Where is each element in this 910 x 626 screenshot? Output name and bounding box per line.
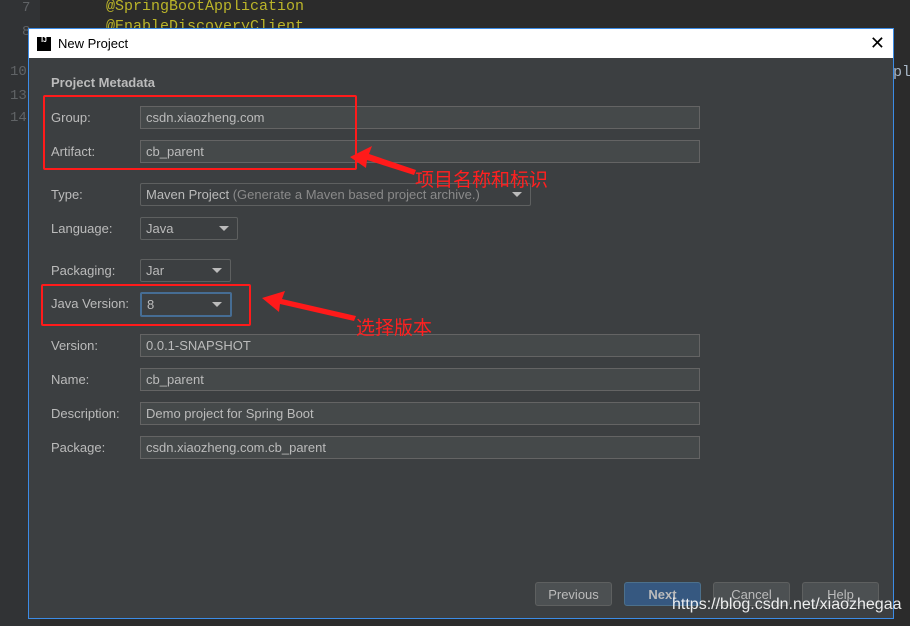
arrow-icon [262, 291, 356, 321]
annotation-arrows [262, 146, 416, 321]
annotation-name-id: 项目名称和标识 [415, 170, 549, 191]
arrow-icon [350, 146, 416, 175]
annotation-version: 选择版本 [356, 318, 433, 339]
watermark: https://blog.csdn.net/xiaozhegaa [672, 596, 902, 613]
